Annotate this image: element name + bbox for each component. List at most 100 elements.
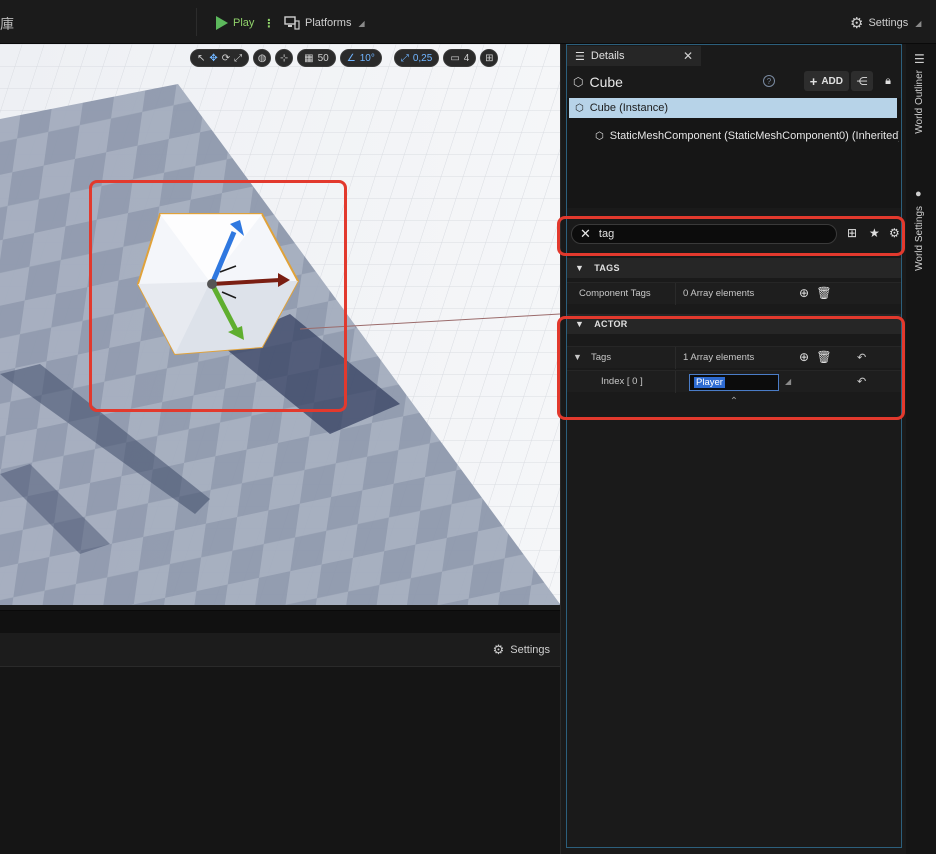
component-row-staticmesh[interactable]: ⬡ StaticMeshComponent (StaticMeshCompone… <box>589 126 899 146</box>
tab-world-settings[interactable]: World Settings <box>914 206 925 271</box>
lock-button[interactable]: 🔒︎ <box>877 71 899 91</box>
trash-icon[interactable]: 🗑︎ <box>816 350 831 364</box>
property-value: 0 Array elements <box>683 288 755 299</box>
details-icon: ☰ <box>575 50 585 63</box>
search-box: ✕ <box>571 224 837 244</box>
component-label: Cube (Instance) <box>589 102 668 114</box>
trash-icon[interactable]: 🗑︎ <box>816 286 831 300</box>
toolbar-edge-glyph: 庫 <box>0 16 14 32</box>
favorites-star-icon[interactable]: ★ <box>869 226 880 240</box>
surface-snap-icon[interactable]: ⊹ <box>275 49 294 67</box>
side-tab-strip: ☰ World Outliner ● World Settings <box>906 44 936 854</box>
scale-icon[interactable]: ⤢ <box>234 53 242 64</box>
play-options-icon[interactable]: ⋮ <box>263 17 274 30</box>
help-icon[interactable]: ? <box>763 75 775 87</box>
property-name: Component Tags <box>579 288 651 299</box>
viewport-layout-icon[interactable]: ⊞ <box>480 49 499 67</box>
move-icon[interactable]: ✥ <box>209 53 217 64</box>
platforms-label: Platforms <box>305 17 352 29</box>
camera-speed-button[interactable]: ▭ 4 <box>443 49 477 67</box>
rotation-snap-value: 10° <box>359 52 375 64</box>
play-button[interactable]: Play ⋮ <box>216 12 274 34</box>
platforms-button[interactable]: Platforms ◢ <box>284 12 365 34</box>
add-label: ADD <box>821 75 843 87</box>
reset-to-default-icon[interactable]: ↶ <box>857 351 866 364</box>
camera-speed-value: 4 <box>463 52 470 64</box>
chevron-down-icon: ▼ <box>575 263 585 273</box>
component-row-instance[interactable]: ⬡ Cube (Instance) <box>569 98 897 118</box>
tab-world-outliner[interactable]: World Outliner <box>914 70 925 134</box>
settings-button[interactable]: ⚙ Settings ◢ <box>850 12 921 34</box>
collapse-category-icon[interactable]: ⌃ <box>567 396 901 412</box>
scale-snap-icon: ⤢ <box>400 52 409 64</box>
grid-snap-button[interactable]: ▦ 50 <box>297 49 336 67</box>
actor-name: Cube <box>589 74 623 90</box>
tab-details[interactable]: ☰ Details ✕ <box>567 46 701 66</box>
bottom-settings-button[interactable]: ⚙ Settings <box>493 642 550 658</box>
property-name: Index [ 0 ] <box>601 376 643 387</box>
camera-icon: ▭ <box>450 52 460 64</box>
rotation-snap-button[interactable]: ∠ 10° <box>339 49 382 67</box>
add-component-button[interactable]: + ADD <box>803 71 849 91</box>
tag-value-text: Player <box>694 377 725 388</box>
rotate-icon[interactable]: ⟳ <box>222 53 230 64</box>
viewport-transform-tools: ↖ ✥ ⟳ ⤢ ◍ ⊹ ▦ 50 ∠ 10° ⤢ 0,25 ▭ 4 ⊞ <box>190 48 499 68</box>
actor-icon: ⬡ <box>573 75 584 89</box>
lock-icon: 🔒︎ <box>885 74 891 87</box>
reset-to-default-icon[interactable]: ↶ <box>857 375 866 388</box>
blueprint-button[interactable]: ⋲ <box>851 71 873 91</box>
outliner-icon[interactable]: ☰ <box>914 52 925 66</box>
property-name: Tags <box>591 352 612 363</box>
property-row-component-tags: Component Tags 0 Array elements ⊕ 🗑︎ <box>567 282 901 305</box>
clear-search-icon[interactable]: ✕ <box>580 226 591 242</box>
gear-icon: ⚙ <box>850 15 864 32</box>
column-divider <box>675 283 676 305</box>
category-actor[interactable]: ▼ ACTOR <box>567 314 901 334</box>
bottom-strip <box>0 611 560 633</box>
main-toolbar: 庫 Play ⋮ Platforms ◢ ⚙ Settings ◢ <box>0 0 936 44</box>
details-panel: ☰ Details ✕ ⬡ Cube ? + ADD ⋲ 🔒︎ ⬡ Cube (… <box>557 44 906 854</box>
plus-icon: + <box>809 73 818 89</box>
component-label: StaticMeshComponent (StaticMeshComponent… <box>609 130 899 142</box>
static-mesh-icon: ⬡ <box>595 130 604 142</box>
level-viewport[interactable]: ↖ ✥ ⟳ ⤢ ◍ ⊹ ▦ 50 ∠ 10° ⤢ 0,25 ▭ 4 ⊞ <box>0 44 560 610</box>
settings-gear-icon[interactable]: ⚙ <box>889 226 900 240</box>
details-search-bar: ✕ ⊞ ★ ⚙ <box>567 222 901 248</box>
blueprint-icon: ⋲ <box>856 75 868 88</box>
scale-snap-button[interactable]: ⤢ 0,25 <box>393 49 440 67</box>
chevron-down-icon: ◢ <box>915 18 922 28</box>
globe-icon[interactable]: ● <box>915 188 922 200</box>
element-options-icon[interactable]: ◢ <box>785 377 791 386</box>
angle-icon: ∠ <box>346 52 356 64</box>
property-matrix-icon[interactable]: ⊞ <box>847 226 857 240</box>
category-tags[interactable]: ▼ TAGS <box>567 258 901 278</box>
search-input[interactable] <box>598 228 819 240</box>
property-row-tags: ▼ Tags 1 Array elements ⊕ 🗑︎ ↶ <box>567 346 901 369</box>
add-element-icon[interactable]: ⊕ <box>797 350 811 364</box>
bottom-settings-label: Settings <box>510 644 550 656</box>
bottom-panel: ⚙ Settings <box>0 610 560 854</box>
world-space-icon[interactable]: ◍ <box>253 49 272 67</box>
details-tab-label: Details <box>590 50 625 62</box>
chevron-down-icon[interactable]: ▼ <box>573 352 582 362</box>
property-value: 1 Array elements <box>683 352 755 363</box>
settings-label: Settings <box>868 17 909 29</box>
category-label: TAGS <box>594 263 620 273</box>
select-icon[interactable]: ↖ <box>197 53 205 64</box>
category-label: ACTOR <box>594 319 628 329</box>
platforms-icon <box>284 16 300 30</box>
gear-icon: ⚙ <box>492 642 505 657</box>
tag-value-field[interactable]: Player <box>689 374 779 391</box>
close-icon[interactable]: ✕ <box>683 49 693 63</box>
component-tree: ⬡ Cube (Instance) ⬡ StaticMeshComponent … <box>567 98 901 208</box>
chevron-down-icon: ▼ <box>575 319 585 329</box>
viewport-scene[interactable] <box>0 44 560 610</box>
grid-snap-value: 50 <box>317 52 329 64</box>
bottom-panel-header: ⚙ Settings <box>0 633 560 667</box>
add-element-icon[interactable]: ⊕ <box>797 286 811 300</box>
play-icon <box>216 16 228 30</box>
chevron-down-icon: ◢ <box>358 18 365 28</box>
transform-mode-group[interactable]: ↖ ✥ ⟳ ⤢ <box>190 49 250 67</box>
actor-icon: ⬡ <box>575 102 584 114</box>
details-header: ⬡ Cube ? + ADD ⋲ 🔒︎ <box>567 70 901 94</box>
